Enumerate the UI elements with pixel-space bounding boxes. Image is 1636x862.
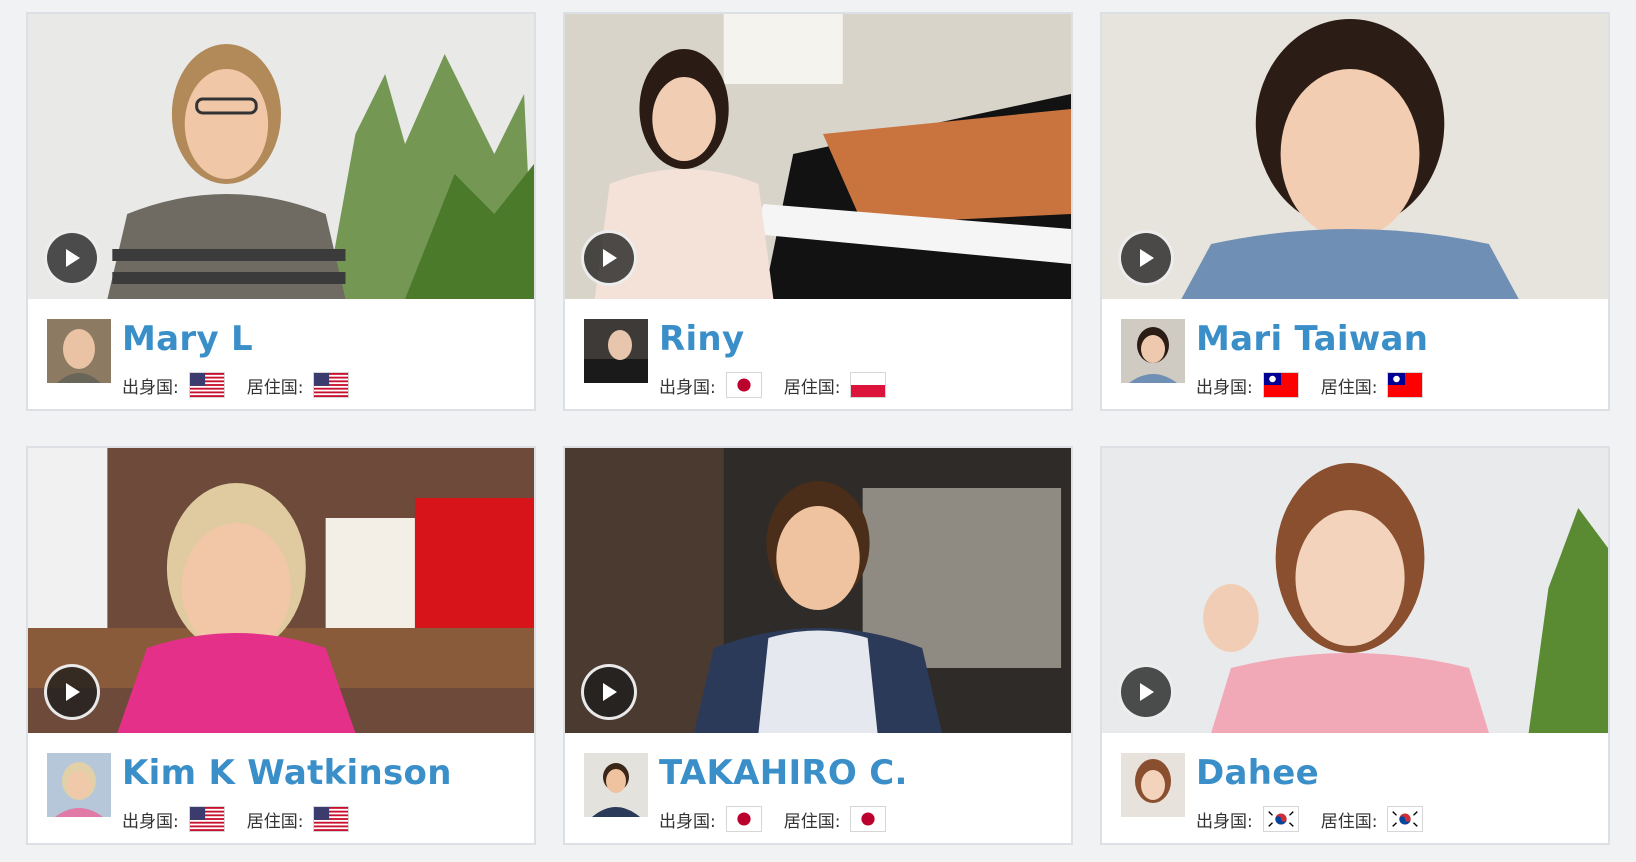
play-button[interactable] [1118, 230, 1174, 286]
avatar[interactable] [47, 753, 111, 817]
teacher-country-info: 出身国: 居住国: [659, 806, 887, 832]
teacher-card[interactable]: Dahee 出身国: 居住国: [1100, 446, 1610, 845]
avatar[interactable] [1121, 319, 1185, 383]
avatar[interactable] [584, 319, 648, 383]
flag-tw-icon [1387, 372, 1424, 398]
teacher-country-info: 出身国: 居住国: [122, 372, 350, 398]
flag-us-icon [188, 806, 225, 832]
teacher-card[interactable]: Riny 出身国: 居住国: [563, 12, 1073, 411]
flag-tw-icon [1262, 372, 1299, 398]
teacher-video-thumbnail[interactable] [28, 14, 534, 299]
flag-kr-icon [1387, 806, 1424, 832]
avatar[interactable] [584, 753, 648, 817]
teacher-video-thumbnail[interactable] [1102, 14, 1608, 299]
flag-jp-icon [850, 806, 887, 832]
teacher-card[interactable]: Kim K Watkinson 出身国: 居住国: [26, 446, 536, 845]
teacher-card[interactable]: Mary L 出身国: 居住国: [26, 12, 536, 411]
play-button[interactable] [581, 230, 637, 286]
flag-us-icon [313, 372, 350, 398]
residence-label: 居住国: [246, 811, 304, 832]
play-icon [1140, 683, 1154, 701]
origin-label: 出身国: [659, 811, 716, 832]
origin-label: 出身国: [1196, 811, 1253, 832]
play-icon [66, 683, 80, 701]
avatar[interactable] [47, 319, 111, 383]
teacher-name[interactable]: Dahee [1196, 753, 1319, 793]
teacher-card[interactable]: TAKAHIRO C. 出身国: 居住国: [563, 446, 1073, 845]
flag-jp-icon [725, 806, 762, 832]
residence-label: 居住国: [1320, 377, 1378, 398]
teacher-video-thumbnail[interactable] [565, 448, 1071, 733]
avatar[interactable] [1121, 753, 1185, 817]
origin-label: 出身国: [122, 377, 179, 398]
origin-label: 出身国: [1196, 377, 1253, 398]
flag-jp-icon [725, 372, 762, 398]
teacher-name[interactable]: Mari Taiwan [1196, 319, 1428, 359]
teacher-video-thumbnail[interactable] [565, 14, 1071, 299]
play-icon [66, 249, 80, 267]
residence-label: 居住国: [246, 377, 304, 398]
play-icon [1140, 249, 1154, 267]
residence-label: 居住国: [1320, 811, 1378, 832]
teacher-country-info: 出身国: 居住国: [1196, 372, 1424, 398]
origin-label: 出身国: [659, 377, 716, 398]
teacher-name[interactable]: TAKAHIRO C. [659, 753, 908, 793]
play-icon [603, 683, 617, 701]
residence-label: 居住国: [783, 377, 841, 398]
flag-us-icon [313, 806, 350, 832]
origin-label: 出身国: [122, 811, 179, 832]
play-button[interactable] [581, 664, 637, 720]
play-button[interactable] [1118, 664, 1174, 720]
residence-label: 居住国: [783, 811, 841, 832]
teacher-country-info: 出身国: 居住国: [122, 806, 350, 832]
play-button[interactable] [44, 230, 100, 286]
teacher-video-thumbnail[interactable] [1102, 448, 1608, 733]
play-button[interactable] [44, 664, 100, 720]
teacher-video-thumbnail[interactable] [28, 448, 534, 733]
teacher-name[interactable]: Riny [659, 319, 744, 359]
teacher-name[interactable]: Mary L [122, 319, 253, 359]
teacher-card[interactable]: Mari Taiwan 出身国: 居住国: [1100, 12, 1610, 411]
flag-us-icon [188, 372, 225, 398]
teacher-country-info: 出身国: 居住国: [1196, 806, 1424, 832]
flag-pl-icon [850, 372, 887, 398]
teacher-name[interactable]: Kim K Watkinson [122, 753, 452, 793]
play-icon [603, 249, 617, 267]
teacher-country-info: 出身国: 居住国: [659, 372, 887, 398]
flag-kr-icon [1262, 806, 1299, 832]
